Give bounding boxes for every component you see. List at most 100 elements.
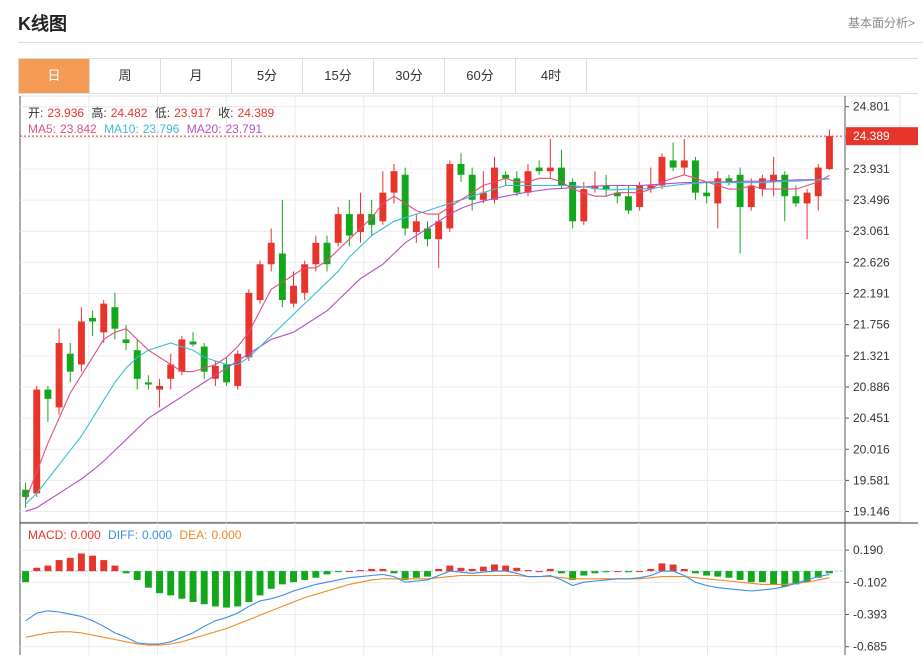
macd-bar [200, 571, 208, 605]
macd-bar [558, 571, 565, 574]
price-tick-label: 19.581 [853, 473, 890, 487]
ma20-value: 23.791 [225, 122, 263, 136]
dea-value: 0.000 [211, 528, 242, 542]
macd-bar [267, 571, 275, 589]
candle-body [703, 192, 711, 197]
macd-tick-label: -0.393 [853, 607, 887, 621]
candle-body [669, 160, 677, 168]
candle-body [301, 264, 309, 293]
macd-bar [133, 571, 141, 580]
macd-bar [223, 571, 231, 608]
candle-body [691, 160, 699, 193]
macd-bar [658, 563, 666, 572]
candle-body [290, 285, 297, 304]
high-value: 24.482 [110, 106, 148, 120]
candle-body [390, 171, 398, 193]
macd-bar [647, 568, 655, 572]
price-tick-label: 24.801 [853, 100, 890, 114]
macd-bar [691, 571, 699, 574]
macd-bar [368, 568, 376, 572]
candle-body [546, 167, 554, 172]
macd-bar [256, 571, 264, 596]
macd-bar [636, 571, 644, 573]
candle-body [89, 317, 97, 322]
diff-value: 0.000 [142, 528, 173, 542]
macd-bar [301, 571, 309, 580]
candle-body [491, 167, 498, 200]
candle-body [312, 242, 320, 265]
candle-body [234, 353, 242, 386]
candle-body [412, 221, 420, 233]
macd-bar [424, 571, 431, 577]
macd-bar [334, 571, 342, 573]
candle-body [223, 364, 231, 383]
candle-body [267, 242, 275, 265]
candle-body [256, 264, 264, 301]
macd-bar [546, 568, 554, 572]
candle-body [178, 339, 186, 372]
macd-bar [412, 571, 420, 578]
candle-body [100, 303, 108, 333]
ma20-label: MA20: [186, 122, 222, 136]
macd-bar [312, 571, 320, 578]
macd-bar [390, 571, 398, 574]
candle-body [457, 164, 465, 175]
candle-body [44, 389, 52, 399]
macd-bar [122, 571, 130, 574]
candle-body [803, 192, 811, 204]
macd-bar [736, 571, 744, 580]
macd-bar [357, 570, 364, 572]
ma10-label: MA10: [104, 122, 139, 136]
macd-readout: MACD: 0.000 DIFF: 0.000 DEA: 0.000 [28, 528, 245, 542]
ma20-line [25, 178, 830, 512]
low-value: 23.917 [174, 106, 211, 120]
candle-body [736, 174, 744, 207]
candle-body [781, 174, 789, 197]
macd-bar [624, 571, 632, 573]
kline-chart[interactable]: 24.80124.36623.93123.49623.06122.62622.1… [0, 0, 923, 655]
macd-bar [747, 571, 755, 583]
ma10-value: 23.796 [142, 122, 180, 136]
low-label: 低: [154, 106, 171, 120]
candle-body [245, 292, 253, 358]
candle-body [77, 321, 85, 365]
candle-body [66, 353, 74, 372]
candle-body [111, 307, 119, 329]
macd-bar [535, 571, 543, 573]
price-tick-label: 23.931 [853, 162, 890, 176]
macd-tick-label: -0.685 [853, 640, 887, 654]
open-value: 23.936 [47, 106, 85, 120]
macd-label: MACD: [28, 528, 67, 542]
candle-body [792, 196, 800, 204]
macd-bar [502, 565, 510, 572]
macd-bar [66, 557, 74, 572]
candle-body [357, 214, 364, 233]
candle-body [156, 385, 164, 390]
macd-bar [278, 571, 286, 585]
price-tick-label: 22.191 [853, 287, 890, 301]
macd-bar [144, 571, 152, 588]
macd-bar [513, 567, 521, 572]
price-tick-label: 23.496 [853, 193, 890, 207]
macd-bar [211, 571, 219, 607]
macd-bar [825, 571, 833, 574]
macd-bar [111, 565, 119, 572]
macd-bar [446, 565, 454, 572]
price-tick-label: 22.626 [853, 255, 890, 269]
price-tick-label: 20.016 [853, 442, 890, 456]
macd-bar [89, 555, 97, 572]
candle-body [446, 164, 454, 229]
close-label: 收: [218, 106, 234, 120]
candle-body [278, 253, 286, 301]
macd-bar [725, 571, 733, 578]
candle-body [747, 185, 755, 207]
macd-bar [468, 568, 476, 572]
macd-bar [479, 566, 487, 572]
ma5-label: MA5: [28, 122, 57, 136]
macd-bar [345, 571, 353, 573]
macd-bar [770, 571, 778, 585]
price-tick-label: 23.061 [853, 224, 890, 238]
macd-bar [379, 568, 387, 572]
candle-body [825, 136, 833, 170]
price-tick-label: 20.451 [853, 411, 890, 425]
